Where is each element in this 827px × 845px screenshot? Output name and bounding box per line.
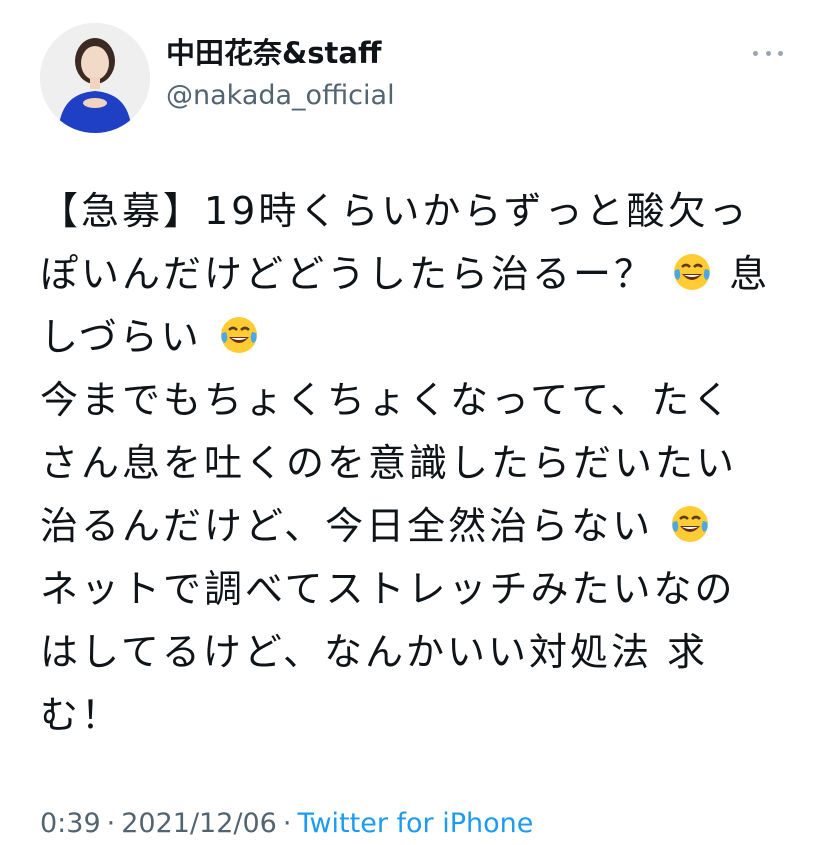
tweet-line: 【急募】19時くらいからずっと酸欠っ — [40, 180, 800, 243]
separator: · — [106, 808, 116, 839]
separator: · — [282, 808, 292, 839]
tweet-line-text: 今までもちょくちょくなってて、たく — [40, 378, 734, 422]
display-name[interactable]: 中田花奈&staff — [166, 34, 381, 72]
avatar[interactable] — [40, 23, 150, 133]
tweet-line: さん息を吐くのを意識したらだいたい — [40, 432, 800, 495]
dot — [753, 50, 758, 56]
face-with-tears-of-joy-icon — [674, 254, 711, 290]
tweet-date[interactable]: 2021/12/06 — [121, 808, 277, 839]
tweet-line-text: しづらい — [40, 315, 202, 359]
tweet-source-link[interactable]: Twitter for iPhone — [297, 808, 533, 839]
tweet-time[interactable]: 0:39 — [40, 808, 101, 839]
tweet-metadata: 0:39 · 2021/12/06 · Twitter for iPhone — [40, 806, 533, 842]
tweet-text: 【急募】19時くらいからずっと酸欠っ ぽいんだけどどうしたら治るー？ 息 しづら… — [40, 180, 800, 747]
dot — [765, 50, 771, 56]
dot — [778, 50, 783, 56]
tweet-line: む！ — [40, 684, 800, 747]
tweet-line-text: 治るんだけど、今日全然治らない — [40, 504, 654, 548]
tweet-line: しづらい — [40, 306, 800, 369]
tweet-line-text: ぽいんだけどどうしたら治るー？ — [40, 252, 656, 296]
tweet-line-text: 【急募】19時くらいからずっと酸欠っ — [40, 189, 750, 233]
tweet-line: はしてるけど、なんかいい対処法 求 — [40, 621, 800, 684]
tweet-line-text: む！ — [40, 693, 123, 737]
tweet-line: 今までもちょくちょくなってて、たく — [40, 369, 800, 432]
tweet-line: 治るんだけど、今日全然治らない — [40, 495, 800, 558]
tweet-line-text: はしてるけど、なんかいい対処法 求 — [40, 630, 709, 674]
tweet-line-text: ネットで調べてストレッチみたいなの — [40, 567, 736, 611]
tweet-line-text: さん息を吐くのを意識したらだいたい — [40, 441, 738, 485]
tweet-line: ぽいんだけどどうしたら治るー？ 息 — [40, 243, 800, 306]
tweet-line-text: 息 — [729, 252, 771, 296]
more-options-icon[interactable] — [753, 44, 783, 62]
face-with-tears-of-joy-icon — [220, 317, 257, 353]
face-with-tears-of-joy-icon — [672, 506, 709, 542]
user-handle[interactable]: @nakada_official — [166, 78, 395, 114]
tweet-detail: 中田花奈&staff @nakada_official 【急募】19時くらいから… — [0, 0, 827, 845]
profile-photo-icon — [40, 23, 150, 133]
tweet-line: ネットで調べてストレッチみたいなの — [40, 558, 800, 621]
